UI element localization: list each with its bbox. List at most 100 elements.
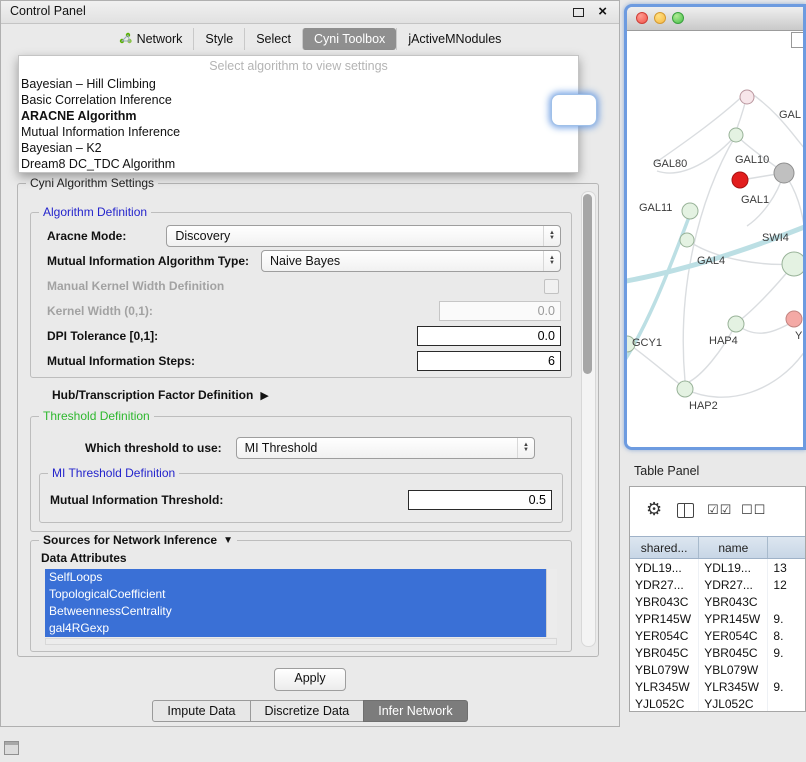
tab-cyni-toolbox[interactable]: Cyni Toolbox [302, 28, 396, 50]
gear-icon[interactable]: ⚙ [646, 499, 662, 520]
table-row[interactable]: YJL052CYJL052C [630, 695, 805, 712]
manual-kernel-width-label: Manual Kernel Width Definition [47, 279, 224, 293]
network-tab-icon [119, 32, 132, 47]
algorithm-combobox-focus-fragment[interactable] [552, 95, 596, 125]
table-row[interactable]: YLR345WYLR345W9. [630, 678, 805, 695]
node-label: HAP2 [689, 400, 718, 412]
table-row[interactable]: YPR145WYPR145W9. [630, 610, 805, 627]
kernel-width-input[interactable] [439, 301, 561, 321]
table-body: YDL19...YDL19...13 YDR27...YDR27...12 YB… [630, 559, 805, 712]
manual-kernel-width-checkbox[interactable] [544, 279, 559, 294]
settings-scrollbar-thumb[interactable] [583, 194, 592, 374]
mi-algorithm-type-combobox[interactable]: Naive Bayes ▲▼ [261, 250, 561, 272]
sources-group-toggle[interactable]: Sources for Network Inference ▼ [39, 533, 237, 547]
dropdown-item[interactable]: Mutual Information Inference [19, 124, 578, 140]
dropdown-item[interactable]: Bayesian – K2 [19, 140, 578, 156]
mi-threshold-input[interactable] [408, 490, 552, 510]
dropdown-item[interactable]: Dream8 DC_TDC Algorithm [19, 156, 578, 172]
mi-algorithm-type-label: Mutual Information Algorithm Type: [47, 254, 249, 268]
list-item[interactable]: SelfLoops [45, 569, 546, 586]
column-header[interactable] [768, 537, 805, 558]
tab-label: Select [256, 32, 291, 46]
which-threshold-combobox[interactable]: MI Threshold ▲▼ [236, 437, 535, 459]
node-red[interactable] [732, 172, 748, 188]
table-header-row: shared... name [630, 536, 805, 559]
dropdown-item[interactable]: Basic Correlation Inference [19, 92, 578, 108]
table-row[interactable]: YBL079WYBL079W [630, 661, 805, 678]
node-green[interactable] [677, 381, 693, 397]
mac-zoom-button[interactable] [672, 12, 684, 24]
settings-scrollbar[interactable] [581, 191, 596, 647]
tab-label: jActiveMNodules [408, 32, 501, 46]
close-window-icon[interactable]: × [598, 2, 607, 22]
tab-label: Style [205, 32, 233, 46]
dpi-tolerance-label: DPI Tolerance [0,1]: [47, 329, 158, 343]
combo-arrows-icon: ▲▼ [517, 438, 534, 458]
deselect-all-checkboxes-icon[interactable]: ☐☐ [741, 502, 766, 518]
control-panel-tabbar: Network Style Select Cyni Toolbox jActiv… [1, 25, 619, 53]
list-item[interactable]: gal4RGexp [45, 620, 546, 637]
window-title: Control Panel [10, 4, 86, 18]
node-label: GCY1 [632, 337, 662, 349]
node-label: GAL11 [639, 202, 672, 214]
column-header[interactable]: name [699, 537, 768, 558]
columns-icon[interactable] [677, 503, 694, 518]
restore-panel-icon[interactable] [4, 741, 19, 755]
table-panel-toolbar: ⚙ ☑☑ ☐☐ [630, 487, 805, 536]
tab-impute-data[interactable]: Impute Data [152, 700, 250, 722]
network-view-window: GAL GAL80 GAL10 GAL11 GAL1 SWI4 GAL4 GCY… [624, 4, 806, 450]
column-header[interactable]: shared... [630, 537, 699, 558]
which-threshold-value: MI Threshold [245, 441, 517, 455]
tab-infer-network[interactable]: Infer Network [363, 700, 467, 722]
tab-discretize-data[interactable]: Discretize Data [250, 700, 365, 722]
tab-style[interactable]: Style [193, 28, 244, 50]
node-gray[interactable] [774, 163, 794, 183]
mi-threshold-label: Mutual Information Threshold: [50, 493, 223, 507]
collapse-arrow-icon: ▶ [260, 389, 268, 402]
bottom-tabbar: Impute Data Discretize Data Infer Networ… [1, 700, 619, 722]
algorithm-definition-title: Algorithm Definition [39, 205, 151, 219]
dropdown-item-selected[interactable]: ARACNE Algorithm [19, 108, 578, 124]
birdseye-box[interactable] [791, 32, 803, 48]
node-pink[interactable] [740, 90, 754, 104]
mi-threshold-definition-group: MI Threshold Definition Mutual Informati… [39, 473, 563, 523]
node-green[interactable] [680, 233, 694, 247]
tab-select[interactable]: Select [244, 28, 302, 50]
aracne-mode-combobox[interactable]: Discovery ▲▼ [166, 225, 561, 247]
table-row[interactable]: YER054CYER054C8. [630, 627, 805, 644]
node-green[interactable] [782, 252, 803, 276]
tab-network[interactable]: Network [108, 28, 194, 51]
node-green[interactable] [729, 128, 743, 142]
list-item[interactable]: BetweennessCentrality [45, 603, 546, 620]
node-green[interactable] [682, 203, 698, 219]
node-green[interactable] [728, 316, 744, 332]
list-vertical-scrollbar[interactable] [546, 569, 557, 637]
list-item[interactable]: TopologicalCoefficient [45, 586, 546, 603]
which-threshold-label: Which threshold to use: [85, 441, 222, 455]
settings-group-title: Cyni Algorithm Settings [26, 176, 158, 190]
combo-arrows-icon: ▲▼ [543, 226, 560, 246]
mi-steps-input[interactable] [417, 351, 561, 371]
mac-minimize-button[interactable] [654, 12, 666, 24]
table-row[interactable]: YBR043CYBR043C [630, 593, 805, 610]
table-row[interactable]: YBR045CYBR045C9. [630, 644, 805, 661]
table-row[interactable]: YDL19...YDL19...13 [630, 559, 805, 576]
mac-close-button[interactable] [636, 12, 648, 24]
node-label: GAL4 [697, 255, 725, 267]
float-window-icon[interactable] [573, 8, 584, 17]
hub-transcription-section-toggle[interactable]: Hub/Transcription Factor Definition ▶ [52, 388, 269, 402]
table-row[interactable]: YDR27...YDR27...12 [630, 576, 805, 593]
node-salmon[interactable] [786, 311, 802, 327]
list-horizontal-scrollbar[interactable] [45, 638, 557, 645]
network-window-titlebar [627, 7, 803, 31]
network-canvas[interactable]: GAL GAL80 GAL10 GAL11 GAL1 SWI4 GAL4 GCY… [627, 31, 803, 448]
tab-jactivemnodules[interactable]: jActiveMNodules [396, 28, 512, 50]
apply-button[interactable]: Apply [274, 668, 346, 691]
mi-algorithm-type-value: Naive Bayes [270, 254, 543, 268]
dpi-tolerance-input[interactable] [417, 326, 561, 346]
select-all-checkboxes-icon[interactable]: ☑☑ [707, 502, 732, 518]
dropdown-item[interactable]: Bayesian – Hill Climbing [19, 76, 578, 92]
control-panel-titlebar: Control Panel × [1, 1, 619, 24]
mi-steps-label: Mutual Information Steps: [47, 354, 195, 368]
hub-section-label: Hub/Transcription Factor Definition [52, 388, 253, 402]
